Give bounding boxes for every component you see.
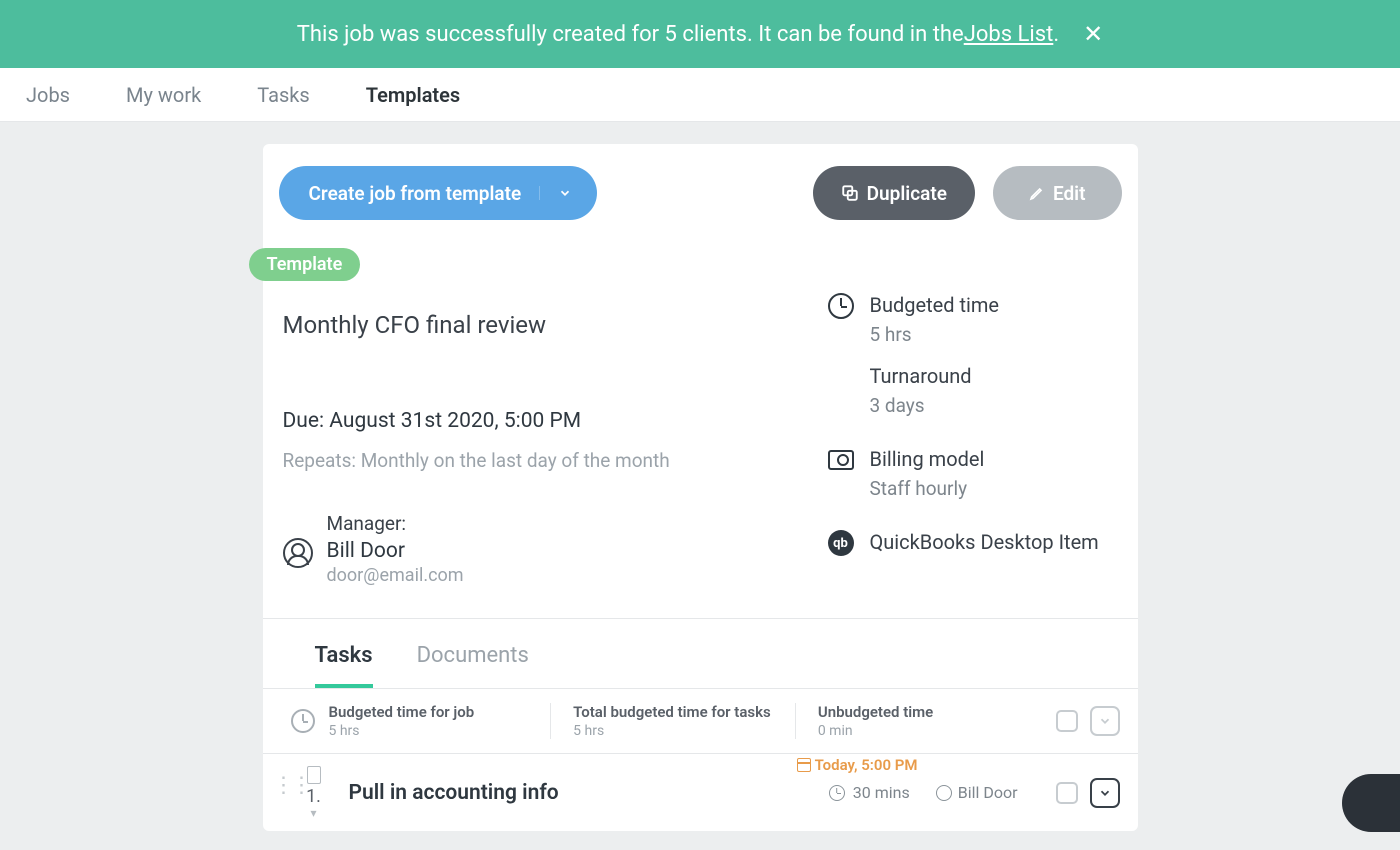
info-quickbooks: qb QuickBooks Desktop Item: [828, 530, 1118, 556]
clock-icon: [829, 785, 845, 801]
tab-jobs[interactable]: Jobs: [26, 83, 70, 107]
due-value: August 31st 2020, 5:00 PM: [329, 409, 581, 433]
chevron-down-icon[interactable]: [539, 186, 575, 200]
task-duration: 30 mins: [829, 783, 910, 802]
manager-label: Manager:: [327, 512, 464, 535]
billing-value: Staff hourly: [870, 477, 985, 500]
chevron-down-icon: [1098, 786, 1112, 800]
chevron-down-icon: [1098, 714, 1112, 728]
task-row: ⋮⋮ 1. ▾ Pull in accounting info Today, 5…: [263, 754, 1138, 831]
task-assignee: Bill Door: [936, 783, 1018, 802]
calendar-icon: [797, 758, 811, 772]
task-checkbox[interactable]: [1056, 782, 1078, 804]
repeats-label: Repeats:: [283, 449, 361, 472]
task-index: 1.: [306, 786, 321, 807]
template-card: Create job from template Duplicate Edit …: [263, 144, 1138, 831]
action-row: Create job from template Duplicate Edit: [263, 144, 1138, 220]
document-icon: [307, 766, 321, 784]
user-icon: [283, 538, 313, 568]
template-title: Monthly CFO final review: [283, 311, 788, 339]
expand-all-toggle[interactable]: [1090, 706, 1120, 736]
manager-name: Bill Door: [327, 539, 464, 563]
task-duration-text: 30 mins: [853, 783, 910, 802]
budgeted-time-value: 5 hrs: [870, 323, 1000, 346]
budget-unbudgeted-label: Unbudgeted time: [818, 703, 1040, 721]
clock-icon: [828, 293, 854, 319]
edit-label: Edit: [1053, 182, 1086, 205]
quickbooks-label: QuickBooks Desktop Item: [870, 530, 1099, 554]
tab-my-work[interactable]: My work: [126, 83, 201, 107]
money-icon: [828, 450, 854, 470]
task-assignee-name: Bill Door: [958, 783, 1018, 802]
subtab-tasks[interactable]: Tasks: [315, 643, 373, 688]
budget-tasks-label: Total budgeted time for tasks: [573, 703, 795, 721]
quickbooks-icon: qb: [828, 530, 854, 556]
manager-block: Manager: Bill Door door@email.com: [283, 512, 788, 586]
billing-label: Billing model: [870, 447, 985, 471]
budget-summary: Budgeted time for job 5 hrs Total budget…: [263, 688, 1138, 754]
user-icon: [936, 785, 952, 801]
edit-button[interactable]: Edit: [993, 166, 1122, 220]
info-billing: Billing model Staff hourly: [828, 447, 1118, 500]
clock-icon: [291, 709, 315, 733]
budgeted-time-label: Budgeted time: [870, 293, 1000, 317]
tab-tasks[interactable]: Tasks: [257, 83, 310, 107]
success-banner: This job was successfully created for 5 …: [0, 0, 1400, 68]
manager-email: door@email.com: [327, 565, 464, 586]
top-nav: Jobs My work Tasks Templates: [0, 68, 1400, 122]
task-expand-toggle[interactable]: [1090, 778, 1120, 808]
pencil-icon: [1029, 185, 1045, 201]
subtabs: Tasks Documents: [263, 619, 1138, 688]
info-budgeted-time: Budgeted time 5 hrs Turnaround 3 days: [828, 293, 1118, 417]
budget-job-label: Budgeted time for job: [329, 703, 551, 721]
chevron-down-icon[interactable]: ▾: [297, 807, 331, 819]
budget-unbudgeted-value: 0 min: [818, 723, 1040, 739]
create-job-button[interactable]: Create job from template: [279, 166, 598, 220]
repeats-value: Monthly on the last day of the month: [361, 449, 670, 472]
task-due-text: Today, 5:00 PM: [815, 756, 918, 774]
due-label: Due:: [283, 409, 330, 433]
task-due: Today, 5:00 PM: [797, 756, 918, 774]
task-name[interactable]: Pull in accounting info: [349, 781, 829, 805]
task-index-col: 1. ▾: [297, 766, 331, 819]
duplicate-button[interactable]: Duplicate: [813, 166, 975, 220]
jobs-list-link[interactable]: Jobs List: [964, 22, 1054, 47]
budget-tasks-value: 5 hrs: [573, 723, 795, 739]
turnaround-value: 3 days: [870, 394, 1000, 417]
create-job-label: Create job from template: [309, 182, 522, 205]
subtab-documents[interactable]: Documents: [417, 643, 529, 688]
drag-handle-icon[interactable]: ⋮⋮: [273, 773, 291, 813]
duplicate-label: Duplicate: [867, 182, 947, 205]
turnaround-label: Turnaround: [870, 364, 1000, 388]
close-icon[interactable]: ✕: [1083, 20, 1103, 48]
template-badge: Template: [249, 248, 361, 281]
help-chat-button[interactable]: [1342, 774, 1400, 832]
select-all-checkbox[interactable]: [1056, 710, 1078, 732]
due-line: Due: August 31st 2020, 5:00 PM: [283, 409, 788, 433]
repeats-line: Repeats: Monthly on the last day of the …: [283, 449, 788, 472]
banner-text-trail: .: [1053, 22, 1059, 47]
budget-job-value: 5 hrs: [329, 723, 551, 739]
tab-templates[interactable]: Templates: [366, 83, 460, 107]
banner-text: This job was successfully created for 5 …: [297, 22, 964, 47]
copy-icon: [841, 184, 859, 202]
